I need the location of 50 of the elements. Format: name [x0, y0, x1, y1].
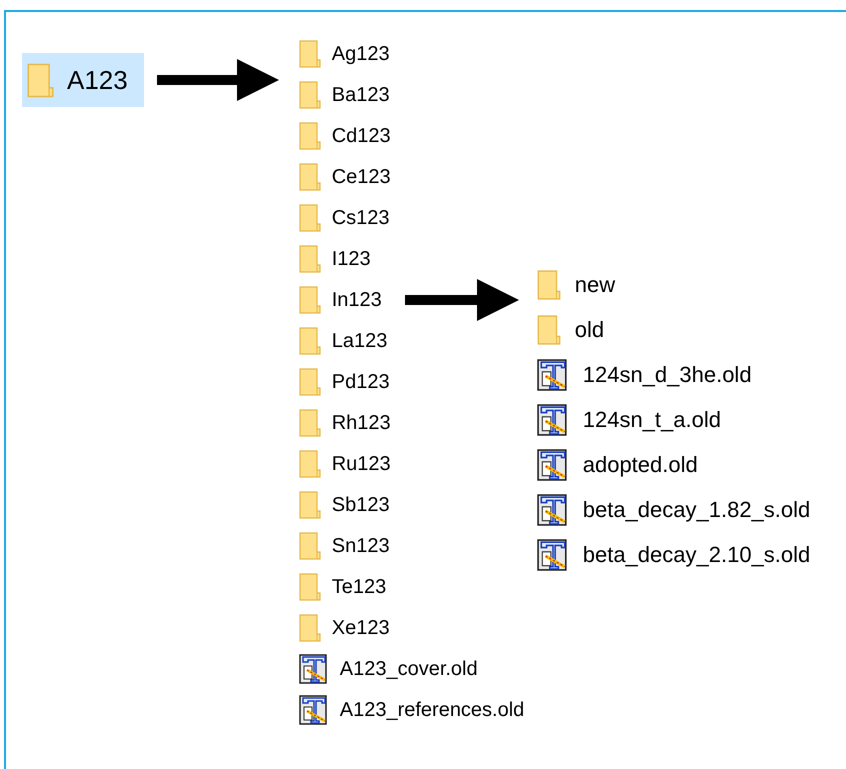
document-icon [298, 654, 329, 684]
folder-item[interactable]: Rh123 [294, 402, 395, 443]
folder-item[interactable]: La123 [294, 320, 392, 361]
folder-icon [536, 270, 561, 300]
folder-item[interactable]: Ce123 [294, 156, 395, 197]
folder-item[interactable]: Pd123 [294, 361, 394, 402]
folder-icon [298, 532, 321, 560]
file-item[interactable]: 124sn_d_3he.old [532, 352, 756, 397]
document-icon [298, 694, 329, 724]
folder-item[interactable]: old [532, 307, 608, 352]
folder-icon [298, 326, 321, 354]
folder-item[interactable]: Ag123 [294, 33, 394, 74]
document-icon [536, 494, 569, 526]
folder-icon [298, 490, 321, 518]
folder-item[interactable]: new [532, 262, 620, 307]
folder-item[interactable]: Cd123 [294, 115, 395, 156]
file-item[interactable]: 124sn_t_a.old [532, 397, 725, 442]
file-item[interactable]: A123_references.old [294, 689, 528, 730]
folder-item[interactable]: Te123 [294, 566, 390, 607]
folder-item[interactable]: Sb123 [294, 484, 394, 525]
file-item[interactable]: beta_decay_2.10_s.old [532, 532, 814, 577]
folder-item[interactable]: Ba123 [294, 74, 394, 115]
folder-icon [298, 368, 321, 396]
folder-icon [27, 62, 54, 98]
folder-item[interactable]: Sn123 [294, 525, 394, 566]
folder-item[interactable]: Cs123 [294, 197, 394, 238]
folder-icon [298, 40, 321, 68]
folder-icon [298, 80, 321, 108]
folder-item[interactable]: Ru123 [294, 443, 395, 484]
folder-icon [298, 162, 321, 190]
file-item[interactable]: beta_decay_1.82_s.old [532, 487, 814, 532]
folder-item[interactable]: In123 [294, 279, 386, 320]
folder-icon [298, 204, 321, 232]
folder-icon [298, 122, 321, 150]
folder-icon [298, 244, 321, 272]
file-item[interactable]: adopted.old [532, 442, 702, 487]
document-icon [536, 404, 569, 436]
folder-item[interactable]: I123 [294, 238, 375, 279]
folder-icon [298, 408, 321, 436]
folder-icon [298, 286, 321, 314]
document-icon [536, 538, 569, 570]
document-icon [536, 358, 569, 390]
folder-icon [536, 314, 561, 344]
document-icon [536, 448, 569, 480]
folder-icon [298, 572, 321, 600]
folder-icon [298, 614, 321, 642]
folder-item[interactable]: Xe123 [294, 607, 394, 648]
folder-icon [298, 450, 321, 478]
folder-item[interactable]: A123 [22, 53, 144, 107]
file-item[interactable]: A123_cover.old [294, 648, 482, 689]
